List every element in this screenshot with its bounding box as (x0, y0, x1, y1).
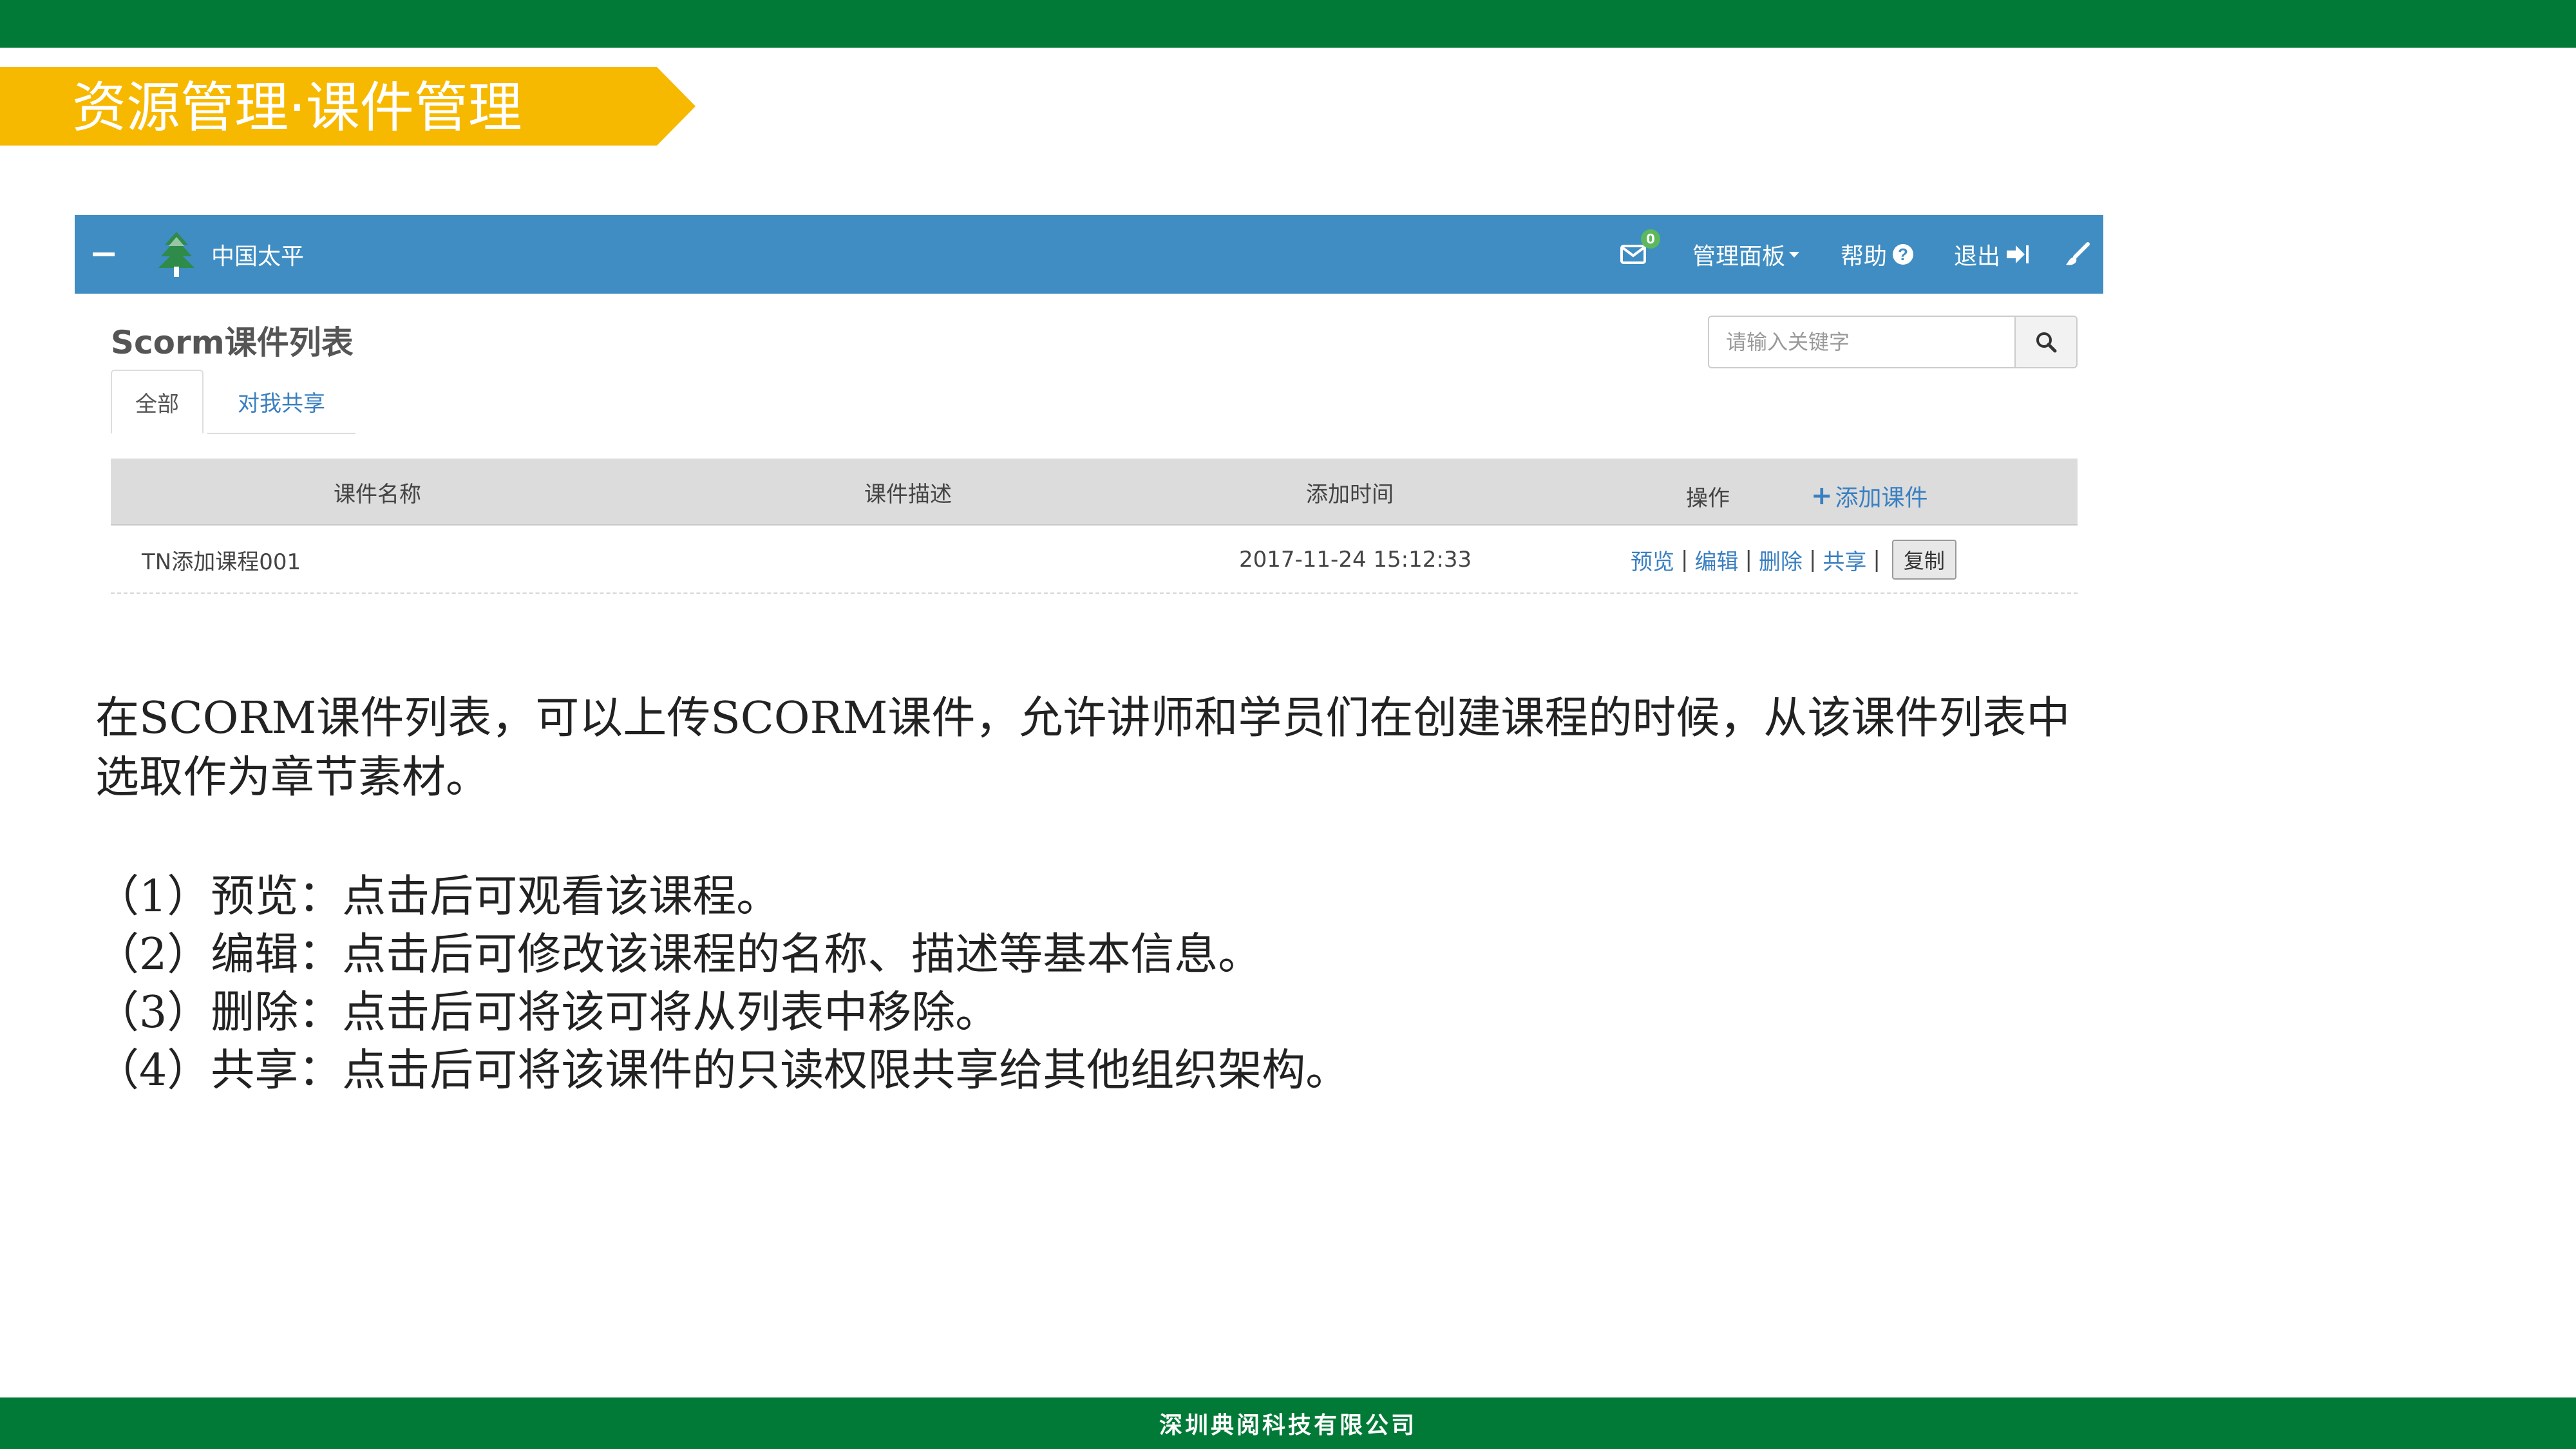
footer-band: 深圳典阅科技有限公司 (0, 1397, 2576, 1449)
delete-link[interactable]: 删除 (1759, 544, 1803, 576)
tab-all[interactable]: 全部 (111, 370, 204, 434)
separator: | (1873, 547, 1880, 573)
header-name: 课件名称 (334, 481, 421, 507)
edit-link[interactable]: 编辑 (1694, 544, 1738, 576)
footer-company: 深圳典阅科技有限公司 (1159, 1412, 1417, 1439)
search-button[interactable] (2014, 316, 2078, 368)
top-band (0, 0, 2576, 48)
tree-logo-icon (156, 215, 197, 294)
header-time: 添加时间 (1306, 481, 1394, 507)
search-bar (1708, 316, 2078, 368)
plus-icon: + (1811, 481, 1833, 511)
separator: | (1745, 547, 1752, 573)
question-icon: ? (1893, 244, 1914, 265)
page-title: Scorm课件列表 (111, 324, 354, 361)
logout-label: 退出 (1954, 243, 2001, 270)
description-text: 在SCORM课件列表，可以上传SCORM课件，允许讲师和学员们在创建课程的时候，… (95, 693, 2070, 803)
search-icon (2036, 332, 2057, 353)
sign-out-icon (2007, 245, 2029, 263)
admin-panel-dropdown[interactable]: 管理面板 (1692, 215, 1800, 294)
feature-list: （1）预览：点击后可观看该课程。 （2）编辑：点击后可修改该课程的名称、描述等基… (95, 868, 1349, 1100)
list-item: （3）删除：点击后可将该可将从列表中移除。 (95, 987, 999, 1038)
mail-icon[interactable] (1620, 215, 1646, 294)
navbar: 中国太平 0 管理面板 帮助 ? 退出 (75, 215, 2103, 294)
mail-badge: 0 (1641, 229, 1660, 249)
logout-link[interactable]: 退出 (1954, 215, 2030, 294)
admin-panel-label: 管理面板 (1692, 243, 1786, 270)
table-header: 课件名称 课件描述 添加时间 操作 + 添加课件 (111, 459, 2078, 526)
tab-shared-with-me[interactable]: 对我共享 (207, 370, 355, 434)
list-item: （2）编辑：点击后可修改该课程的名称、描述等基本信息。 (95, 929, 1262, 980)
menu-icon[interactable] (93, 215, 115, 294)
caret-down-icon (1789, 251, 1800, 258)
brand-name[interactable]: 中国太平 (211, 215, 304, 294)
list-item: （4）共享：点击后可将该课件的只读权限共享给其他组织架构。 (95, 1045, 1350, 1096)
help-label: 帮助 (1841, 243, 1888, 270)
copy-button[interactable]: 复制 (1891, 540, 1956, 580)
row-actions: 预览 | 编辑 | 删除 | 共享 | 复制 (1631, 526, 1956, 594)
row-name: TN添加课程001 (142, 549, 301, 575)
preview-link[interactable]: 预览 (1631, 544, 1674, 576)
brush-icon[interactable] (2065, 215, 2090, 294)
header-description: 课件描述 (864, 481, 952, 507)
add-courseware-label: 添加课件 (1835, 485, 1928, 511)
search-input[interactable] (1708, 316, 2016, 368)
share-link[interactable]: 共享 (1823, 544, 1866, 576)
help-link[interactable]: 帮助 ? (1841, 215, 1914, 294)
svg-text:?: ? (1898, 245, 1908, 264)
separator: | (1681, 547, 1689, 573)
header-operation: 操作 (1686, 485, 1730, 511)
list-item: （1）预览：点击后可观看该课程。 (95, 871, 781, 922)
add-courseware-link[interactable]: + 添加课件 (1811, 462, 1928, 529)
row-time: 2017-11-24 15:12:33 (1239, 547, 1472, 573)
separator: | (1808, 547, 1817, 573)
slide-title: 资源管理·课件管理 (72, 76, 522, 139)
table-row: TN添加课程001 2017-11-24 15:12:33 预览 | 编辑 | … (111, 526, 2078, 594)
app-screenshot: 中国太平 0 管理面板 帮助 ? 退出 Scorm课件列表 请输入关键字 全部 … (75, 215, 2103, 616)
